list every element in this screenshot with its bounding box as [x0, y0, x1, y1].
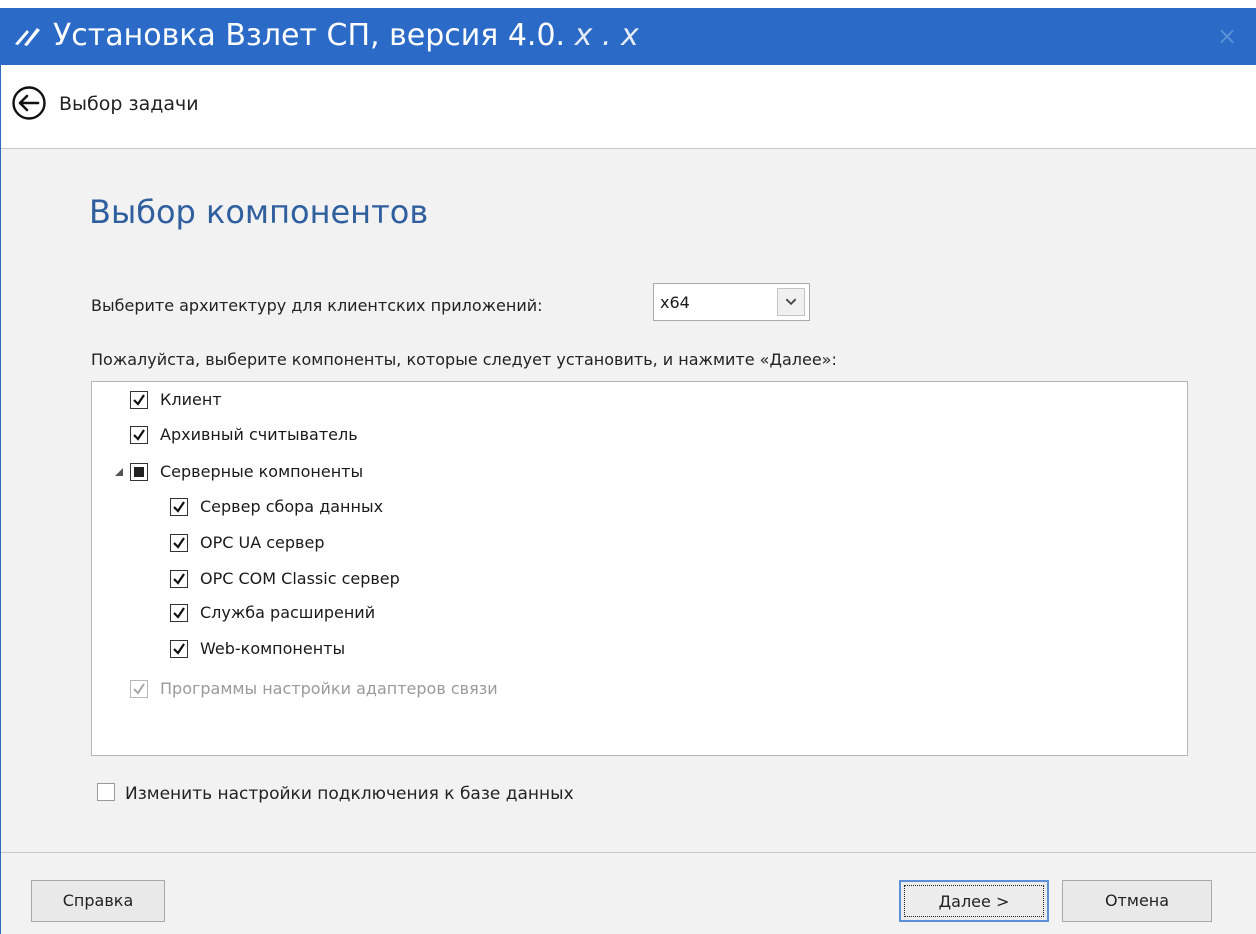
- db-settings-checkbox[interactable]: [97, 783, 115, 801]
- adapter-setup-label: Программы настройки адаптеров связи: [160, 679, 498, 698]
- checkmark-icon: [173, 537, 185, 549]
- button-bar: Справка Далее > Отмена: [1, 852, 1256, 934]
- main-content: Выбор компонентов Выберите архитектуру д…: [1, 149, 1256, 852]
- checkmark-icon: [133, 394, 145, 406]
- extension-service-label: Служба расширений: [200, 603, 376, 622]
- checkmark-icon: [173, 501, 185, 513]
- checkmark-icon: [173, 573, 185, 585]
- architecture-label: Выберите архитектуру для клиентских прил…: [91, 296, 543, 315]
- help-button[interactable]: Справка: [31, 880, 165, 922]
- partial-fill-icon: [134, 467, 144, 477]
- app-logo-icon: [15, 28, 40, 46]
- adapter-setup-checkbox: [130, 680, 148, 698]
- window-title-text: Установка Взлет СП, версия 4.0.: [53, 18, 566, 53]
- server-components-checkbox[interactable]: [130, 463, 148, 481]
- checkmark-icon: [173, 607, 185, 619]
- opc-com-label: OPC COM Classic сервер: [200, 569, 400, 588]
- title-bar: Установка Взлет СП, версия 4.0. x . x ×: [1, 8, 1256, 65]
- components-instruction: Пожалуйста, выберите компоненты, которые…: [91, 350, 837, 369]
- window-title: Установка Взлет СП, версия 4.0. x . x: [53, 18, 639, 54]
- back-arrow-icon[interactable]: [11, 85, 47, 121]
- client-checkbox[interactable]: [130, 391, 148, 409]
- next-button[interactable]: Далее >: [899, 880, 1049, 922]
- web-components-label: Web-компоненты: [200, 639, 346, 658]
- checkmark-icon: [133, 683, 145, 695]
- data-server-label: Сервер сбора данных: [200, 497, 384, 516]
- components-tree: Клиент Архивный считыватель Серверные ко…: [91, 381, 1188, 756]
- nav-title: Выбор задачи: [59, 93, 199, 115]
- server-components-label: Серверные компоненты: [160, 462, 364, 481]
- checkmark-icon: [173, 643, 185, 655]
- opc-com-checkbox[interactable]: [170, 570, 188, 588]
- window-title-version: x . x: [565, 18, 639, 53]
- client-label: Клиент: [160, 390, 222, 409]
- opc-ua-checkbox[interactable]: [170, 534, 188, 552]
- architecture-select[interactable]: x64: [653, 283, 810, 321]
- page-title: Выбор компонентов: [89, 193, 429, 231]
- archive-reader-label: Архивный считыватель: [160, 425, 358, 444]
- installer-window: Установка Взлет СП, версия 4.0. x . x × …: [0, 8, 1256, 934]
- focus-rect: [904, 885, 1044, 917]
- navigation-header: Выбор задачи: [1, 65, 1256, 149]
- extension-service-checkbox[interactable]: [170, 604, 188, 622]
- close-icon[interactable]: ×: [1213, 22, 1241, 50]
- archive-reader-checkbox[interactable]: [130, 426, 148, 444]
- expand-triangle-icon[interactable]: [114, 467, 124, 477]
- checkmark-icon: [133, 429, 145, 441]
- cancel-button[interactable]: Отмена: [1062, 880, 1212, 922]
- chevron-down-icon[interactable]: [777, 288, 805, 316]
- architecture-select-value: x64: [660, 293, 690, 312]
- db-settings-label: Изменить настройки подключения к базе да…: [125, 784, 574, 804]
- data-server-checkbox[interactable]: [170, 498, 188, 516]
- opc-ua-label: OPC UA сервер: [200, 533, 325, 552]
- web-components-checkbox[interactable]: [170, 640, 188, 658]
